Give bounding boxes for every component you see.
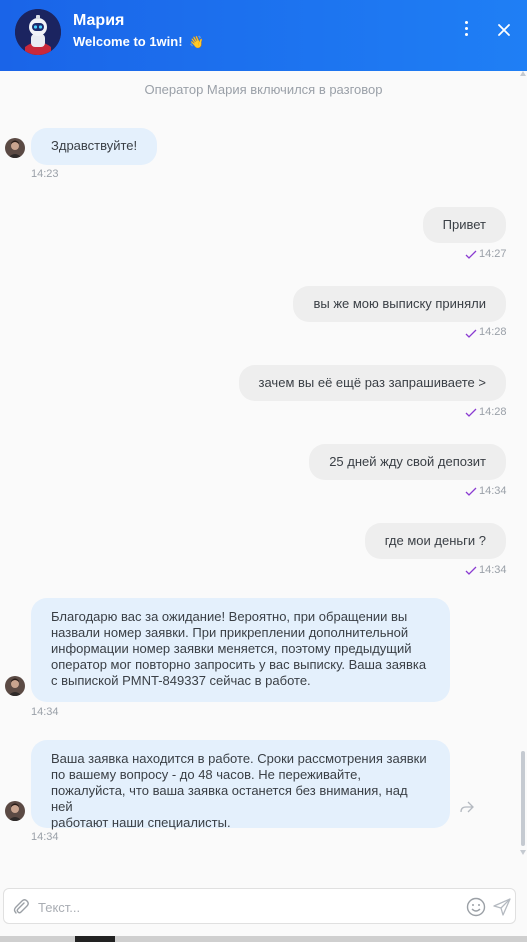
header-subtitle: Welcome to 1win! 👋 (73, 34, 204, 49)
smile-icon[interactable] (466, 897, 486, 917)
message-text: где мои деньги ? (384, 533, 486, 548)
message-input[interactable] (36, 897, 460, 917)
message-time: 14:34 (31, 831, 59, 843)
chevron-up-icon[interactable] (520, 71, 526, 76)
check-icon (465, 566, 477, 575)
send-icon[interactable] (492, 897, 512, 917)
message-bubble: 25 дней жду свой депозит (309, 444, 506, 480)
message-line: Благодарю вас за ожидание! Вероятно, при… (51, 609, 408, 624)
scrollbar-thumb[interactable] (521, 751, 525, 846)
close-icon[interactable] (492, 18, 516, 42)
subtitle-text: Welcome to 1win! (73, 34, 183, 49)
message-line: Ваша заявка находится в работе. Сроки ра… (51, 751, 427, 766)
bottom-strip (0, 936, 527, 942)
message-bubble: Привет (422, 207, 506, 243)
avatar (5, 801, 25, 821)
check-icon (465, 487, 477, 496)
check-icon (465, 408, 477, 417)
chat-header: Мария Welcome to 1win! 👋 (0, 0, 527, 71)
message-bubble: зачем вы её ещё раз запрашиваете > (238, 365, 506, 401)
message-time: 14:23 (31, 168, 59, 180)
message-line: работают наши специалисты. (51, 815, 231, 830)
message-line: пожалуйста, что ваша заявка останется бе… (51, 783, 408, 814)
message-time: 14:27 (479, 248, 507, 260)
check-icon (465, 329, 477, 338)
system-note: Оператор Мария включился в разговор (144, 82, 383, 97)
message-time: 14:34 (479, 485, 507, 497)
message-time: 14:28 (479, 326, 507, 338)
operator-avatar (15, 9, 61, 55)
operator-name: Мария (73, 12, 125, 29)
message-bubble: где мои деньги ? (364, 523, 506, 559)
message-line: назвали номер заявки. При прикреплении д… (51, 625, 409, 640)
message-text: Привет (442, 217, 486, 232)
message-text: вы же мою выписку приняли (313, 296, 486, 311)
message-time: 14:34 (479, 564, 507, 576)
message-text: Здравствуйте! (51, 138, 138, 153)
message-line: оператор мог повторно запросить у вас вы… (51, 657, 427, 672)
message-time: 14:34 (31, 706, 59, 718)
message-bubble: Ваша заявка находится в работе. Сроки ра… (31, 740, 450, 830)
message-text: зачем вы её ещё раз запрашиваете > (258, 375, 486, 390)
paperclip-icon[interactable] (12, 898, 30, 916)
more-vertical-icon[interactable] (456, 18, 476, 42)
message-text: 25 дней жду свой депозит (329, 454, 486, 469)
message-line: информации номер заявки меняется, поэтом… (51, 641, 412, 656)
message-bubble: Благодарю вас за ожидание! Вероятно, при… (31, 598, 450, 702)
avatar (5, 676, 25, 696)
message-bubble: Здравствуйте! (31, 128, 158, 165)
avatar (5, 138, 25, 158)
check-icon (465, 250, 477, 259)
forward-icon[interactable] (460, 801, 474, 813)
message-bubble: вы же мою выписку приняли (293, 286, 506, 322)
message-composer (3, 888, 516, 924)
wave-emoji: 👋 (189, 35, 205, 49)
message-line: с выпиской PMNT-849337 сейчас в работе. (51, 673, 311, 688)
message-line: по вашему вопросу - до 48 часов. Не пере… (51, 767, 361, 782)
scrollbar[interactable] (519, 71, 527, 879)
message-time: 14:28 (479, 406, 507, 418)
chevron-down-icon[interactable] (520, 850, 526, 855)
message-list[interactable]: Оператор Мария включился в разговор Здра… (0, 71, 527, 879)
